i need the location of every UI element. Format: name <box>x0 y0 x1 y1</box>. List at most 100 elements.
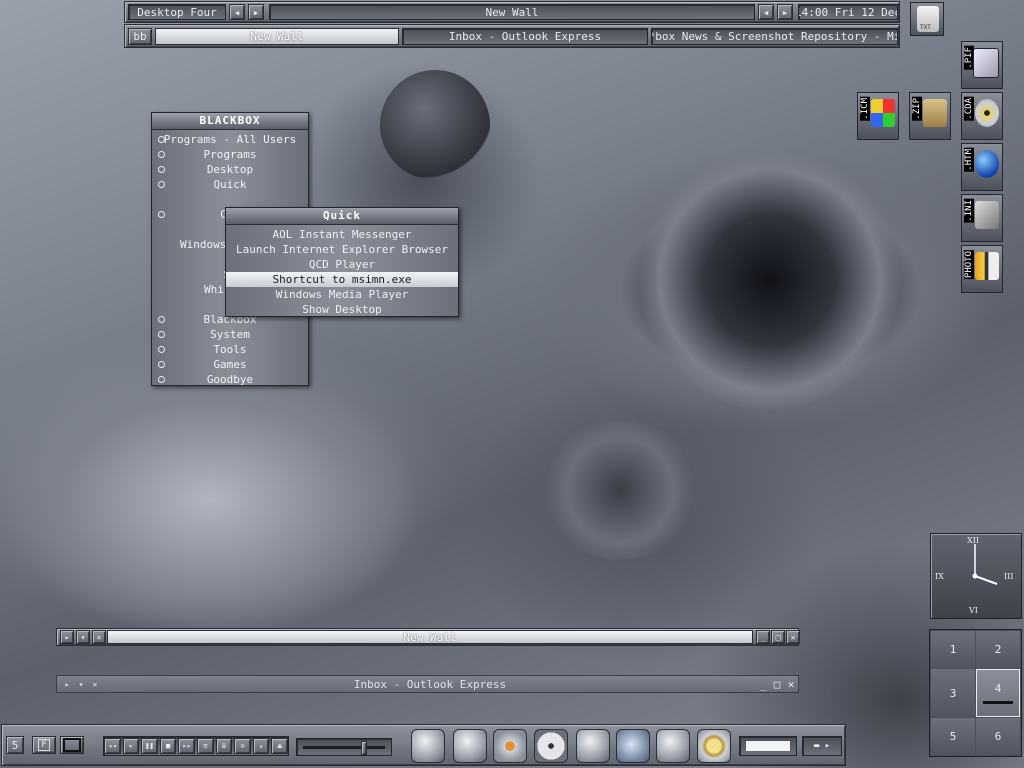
menu-item-goodbye[interactable]: Goodbye <box>152 372 308 387</box>
quick-item-show-desktop[interactable]: Show Desktop <box>226 302 458 317</box>
pin-icon: ✕ <box>96 632 102 642</box>
html-document-icon <box>975 150 999 178</box>
task-outlook-express[interactable]: Inbox - Outlook Express <box>402 28 648 45</box>
pif-file-icon[interactable]: .PIF <box>961 41 1003 89</box>
menu-item-tools[interactable]: Tools <box>152 342 308 357</box>
right-arrow-icon: ▸ <box>781 5 789 19</box>
next-window-button[interactable]: ▸ <box>777 4 793 20</box>
quick-item-aol-instant-messenger[interactable]: AOL Instant Messenger <box>226 227 458 242</box>
menu-item-system[interactable]: System <box>152 327 308 342</box>
quick-item-windows-media-player[interactable]: Windows Media Player <box>226 287 458 302</box>
next-workspace-button[interactable]: ▸ <box>248 4 264 20</box>
menu-item-quick[interactable]: Quick <box>152 177 308 192</box>
dock-button-f[interactable]: F <box>32 736 56 754</box>
left-arrow-icon: ◂ <box>762 5 770 19</box>
icm-file-icon[interactable]: .ICM <box>857 92 899 140</box>
tools-icon[interactable] <box>493 729 527 763</box>
maximize-button[interactable]: □ <box>771 677 783 691</box>
volume-slider[interactable] <box>296 738 392 756</box>
window-menu-button[interactable]: ▸ <box>61 677 73 691</box>
stop-icon[interactable]: ■ <box>159 738 177 754</box>
rewind-icon[interactable]: ◂◂ <box>104 738 121 754</box>
quick-item-msimn-shortcut[interactable]: Shortcut to msimn.exe <box>226 272 458 287</box>
menu-item-games[interactable]: Games <box>152 357 308 372</box>
close-icon: ✕ <box>790 632 796 642</box>
task-box-news[interactable]: *box News & Screenshot Repository - Mi <box>651 28 898 45</box>
cda-file-icon[interactable]: .CDA <box>961 92 1003 140</box>
drive-icon[interactable] <box>453 729 487 763</box>
menu-item-programs-all-users[interactable]: Programs - All Users <box>152 132 308 147</box>
quick-item-internet-explorer[interactable]: Launch Internet Explorer Browser <box>226 242 458 257</box>
dock-button-5[interactable]: 5 <box>6 736 24 754</box>
sticky-button[interactable]: ✕ <box>92 630 106 644</box>
media-controls: ◂◂ ▸ ❚❚ ■ ▸▸ ≡ ≣ ⊙ ▴ ⏏ <box>103 736 289 756</box>
taskbar: bb New Wall Inbox - Outlook Express *box… <box>124 24 900 48</box>
forward-icon[interactable]: ▸▸ <box>178 738 195 754</box>
pause-icon[interactable]: ❚❚ <box>141 738 158 754</box>
prev-workspace-button[interactable]: ◂ <box>229 4 245 20</box>
toolbar-clock: 14:00 Fri 12 Dec <box>798 4 898 20</box>
cd-audio-icon <box>975 99 999 127</box>
bullet-icon <box>158 316 165 323</box>
photo-file-icon <box>975 252 999 280</box>
chevron-down-icon: ▾ <box>80 632 86 642</box>
minimize-icon: _ <box>759 677 767 691</box>
documents-icon[interactable] <box>656 729 690 763</box>
window-title[interactable]: Inbox - Outlook Express <box>107 677 753 691</box>
maximize-button[interactable]: □ <box>771 630 785 644</box>
pager-desktop-4[interactable]: 4 <box>976 669 1020 717</box>
zip-file-icon[interactable]: .ZIP <box>909 92 951 140</box>
workspace-pager: 1 2 3 4 5 6 <box>929 629 1022 757</box>
pager-desktop-6[interactable]: 6 <box>976 718 1020 755</box>
moon-icon[interactable] <box>697 729 731 763</box>
close-button[interactable]: ✕ <box>786 630 800 644</box>
chevron-down-icon: ▾ <box>78 679 84 689</box>
window-outlook-express: ▸ ▾ ✕ Inbox - Outlook Express _ □ ✕ <box>56 675 799 693</box>
bb-button[interactable]: bb <box>128 28 152 45</box>
right-arrow-icon: ▸ <box>252 5 260 19</box>
toggle-icon: ▬ ▸ <box>813 741 831 751</box>
prev-window-button[interactable]: ◂ <box>758 4 774 20</box>
equalizer-icon[interactable]: ≣ <box>215 738 233 754</box>
pager-desktop-5[interactable]: 5 <box>931 718 975 755</box>
photo-file-icon[interactable]: PHOTO <box>961 245 1003 293</box>
top-toolbar: Desktop Four ◂ ▸ New Wall ◂ ▸ 14:00 Fri … <box>124 1 900 23</box>
htm-file-icon[interactable]: .HTM <box>961 143 1003 191</box>
shuffle-icon[interactable]: ⊙ <box>234 738 251 754</box>
close-button[interactable]: ✕ <box>785 677 797 691</box>
dock-text-field[interactable] <box>739 736 797 756</box>
shade-button[interactable]: ▾ <box>75 677 87 691</box>
shade-button[interactable]: ▾ <box>76 630 90 644</box>
pager-desktop-2[interactable]: 2 <box>976 631 1020 668</box>
volume-thumb[interactable] <box>360 741 367 755</box>
pager-desktop-3[interactable]: 3 <box>931 669 975 717</box>
txt-file-icon[interactable]: TXT <box>910 2 944 36</box>
menu-item-programs[interactable]: Programs <box>152 147 308 162</box>
workspace-label[interactable]: Desktop Four <box>128 4 226 20</box>
folder-icon[interactable] <box>576 729 610 763</box>
dock-toggle[interactable]: ▬ ▸ <box>802 736 842 756</box>
window-title[interactable]: New Wall <box>107 630 753 644</box>
explorer-icon[interactable] <box>411 729 445 763</box>
maximize-icon: □ <box>775 632 781 642</box>
window-manager-icon[interactable] <box>616 729 650 763</box>
minimize-button[interactable]: _ <box>757 677 769 691</box>
ini-file-icon[interactable]: .INI <box>961 194 1003 242</box>
film-reel-icon[interactable] <box>534 729 568 763</box>
eject-icon[interactable]: ⏏ <box>271 738 288 754</box>
quick-item-qcd-player[interactable]: QCD Player <box>226 257 458 272</box>
volume-up-icon[interactable]: ▴ <box>252 738 270 754</box>
pager-desktop-1[interactable]: 1 <box>931 631 975 668</box>
bullet-icon <box>158 346 165 353</box>
bullet-icon <box>158 331 165 338</box>
playlist-icon[interactable]: ≡ <box>197 738 214 754</box>
play-icon[interactable]: ▸ <box>122 738 140 754</box>
bullet-icon <box>158 166 165 173</box>
menu-item-desktop[interactable]: Desktop <box>152 162 308 177</box>
sticky-button[interactable]: ✕ <box>89 677 101 691</box>
dock-window-button[interactable] <box>60 736 84 754</box>
task-new-wall[interactable]: New Wall <box>155 28 399 45</box>
zip-archive-icon <box>923 99 947 127</box>
window-menu-button[interactable]: ▸ <box>60 630 74 644</box>
minimize-button[interactable]: _ <box>756 630 770 644</box>
